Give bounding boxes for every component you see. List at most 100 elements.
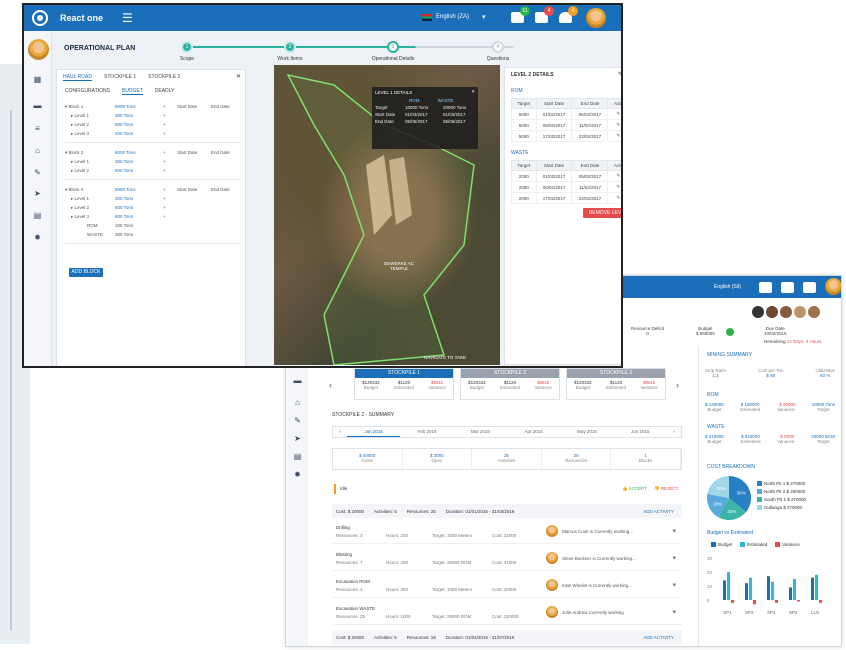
sidebar-avatar[interactable] [28,39,49,60]
step-3[interactable]: 3 [387,41,399,53]
stockpile-card[interactable]: STOCKPILE 3 $120332 Budget $1120 Estimated $9… [566,368,666,400]
team-avatar[interactable] [780,306,792,318]
back-home-icon[interactable]: ⌂ [293,398,302,407]
month-prev-icon[interactable]: ‹ [333,427,347,437]
back-user-avatar[interactable] [825,278,841,295]
delete-icon[interactable]: ▮ [621,184,623,189]
satellite-map[interactable]: LEVEL 1 DETAILS ✕ ROM WASTE Target 10000 T… [274,65,500,365]
block-row[interactable]: ▾ Block 1 9000 Tons + Start Date End Date [65,104,241,110]
back-gear-icon[interactable]: ✹ [293,470,302,479]
truck-icon[interactable]: ▬ [33,101,42,110]
step-4[interactable]: 4 [492,41,504,53]
remove-level-button[interactable]: REMOVE LEVEL [583,208,621,218]
stockpile-card[interactable]: STOCKPILE 1 $120332 Budget $1120 Estimated $9… [354,368,454,400]
delete-icon[interactable]: ▮ [621,195,623,200]
wrench-icon[interactable]: ✎ [33,168,42,177]
level-row[interactable]: ▸ Level 1 300 Tons + [71,159,241,165]
add-icon[interactable]: + [163,122,166,128]
chevron-down-icon[interactable]: ▾ [672,527,676,535]
month-tab[interactable]: Jan 2015 [347,427,401,437]
delete-icon[interactable]: ▮ [621,133,623,138]
month-next-icon[interactable]: › [667,427,681,437]
delete-icon[interactable]: ▮ [621,173,623,178]
list-icon[interactable]: ≡ [33,124,42,133]
stockpile-next-icon[interactable]: › [676,380,679,390]
chevron-down-icon[interactable]: ▾ [672,608,676,616]
back-wrench-icon[interactable]: ✎ [293,416,302,425]
block-end-date[interactable]: End Date [211,104,230,110]
back-mail-icon[interactable] [759,282,772,293]
add-icon[interactable]: + [163,113,166,119]
add-icon[interactable]: + [163,159,166,165]
app-logo-icon[interactable] [32,10,48,26]
add-block-button[interactable]: ADD BLOCK [69,268,103,277]
block-end-date[interactable]: End Date [211,150,230,156]
activity-row[interactable]: Excavation ROM Resources: 3 Hours: 250 Targ… [332,576,682,598]
level-row[interactable]: ▸ Level 2 600 Tons + [71,168,241,174]
chevron-down-icon[interactable]: ▾ [672,581,676,589]
bell-icon[interactable]: 4 [559,6,578,23]
back-bell-icon[interactable] [803,282,816,293]
month-tab[interactable]: Mar 2015 [454,427,507,437]
add-activity-button[interactable]: ADD ACTIVITY [643,509,674,514]
level-row[interactable]: ▸ Level 3 600 Tons + [71,214,241,220]
delete-icon[interactable]: ▮ [621,111,623,116]
home-icon[interactable]: ⌂ [33,146,42,155]
step-1[interactable]: 1 [181,41,193,53]
add-icon[interactable]: + [163,205,166,211]
accept-button[interactable]: 👍 ACCEPT [622,486,647,492]
level-row[interactable]: ▸ Level 3 400 Tons + [71,131,241,137]
month-tab[interactable]: May 2015 [560,427,613,437]
chevron-down-icon[interactable]: ▾ [482,13,486,21]
chat-icon[interactable]: 4 [535,6,554,23]
step-2[interactable]: 2 [284,41,296,53]
block-start-date[interactable]: Start Date [177,150,211,156]
panel-close-icon[interactable]: ✕ [236,73,241,80]
reject-button[interactable]: 👎 REJECT [654,486,678,492]
back-rocket-icon[interactable]: ➤ [293,434,302,443]
back-truck-icon[interactable]: ▬ [293,376,302,385]
team-avatar[interactable] [766,306,778,318]
team-avatar[interactable] [808,306,820,318]
block-row[interactable]: ▾ Block 3 8000 Tons + Start Date End Date [65,187,241,193]
gear-icon[interactable]: ✹ [33,233,42,242]
dashboard-icon[interactable]: ▦ [33,75,42,84]
tab-budget[interactable]: BUDGET [121,88,143,95]
tab-stockpile-2[interactable]: STOCKPILE 2 [148,74,180,80]
activity-row[interactable]: Blasting Resources: 7 Hours: 200 Target: 25… [332,549,682,571]
add-icon[interactable]: + [163,187,177,193]
tab-haul-road[interactable]: HAUL ROAD [63,74,92,81]
back-chat-icon[interactable] [781,282,794,293]
block-start-date[interactable]: Start Date [177,104,211,110]
rocket-icon[interactable]: ➤ [33,189,42,198]
month-tab[interactable]: Apr 2015 [507,427,560,437]
level-row[interactable]: ▸ Level 1 300 Tons + [71,113,241,119]
level-row[interactable]: ▸ Level 2 600 Tons + [71,122,241,128]
add-icon[interactable]: + [163,214,166,220]
add-icon[interactable]: + [163,168,166,174]
back-language-selector[interactable]: English (Sit) [714,284,741,290]
language-selector[interactable]: English (ZA) [436,14,469,20]
block-row[interactable]: ▾ Block 2 8000 Tons + Start Date End Date [65,150,241,156]
add-icon[interactable]: + [163,131,166,137]
team-avatar[interactable] [794,306,806,318]
add-icon[interactable]: + [163,150,177,156]
tab-deadly[interactable]: DEADLY [155,88,175,94]
block-end-date[interactable]: End Date [211,187,230,193]
level-row[interactable]: ▸ Level 1 300 Tons + [71,196,241,202]
level-row[interactable]: ▸ Level 2 600 Tons + [71,205,241,211]
activity-row[interactable]: Excavation WASTE Resources: 25 Hours: 1000… [332,603,682,625]
popup-close-icon[interactable]: ✕ [471,89,475,95]
block-start-date[interactable]: Start Date [177,187,211,193]
user-avatar[interactable] [586,8,606,28]
add-activity-button[interactable]: ADD ACTIVITY [643,635,674,640]
add-icon[interactable]: + [163,104,177,110]
stockpile-prev-icon[interactable]: ‹ [329,380,332,390]
hamburger-menu-icon[interactable]: ☰ [122,11,133,25]
back-chart-icon[interactable]: ▤ [293,452,302,461]
month-tab[interactable]: Jun 2015 [614,427,667,437]
month-tab[interactable]: Feb 2015 [400,427,453,437]
chevron-down-icon[interactable]: ▾ [672,554,676,562]
chart-icon[interactable]: ▤ [33,211,42,220]
team-avatar[interactable] [752,306,764,318]
